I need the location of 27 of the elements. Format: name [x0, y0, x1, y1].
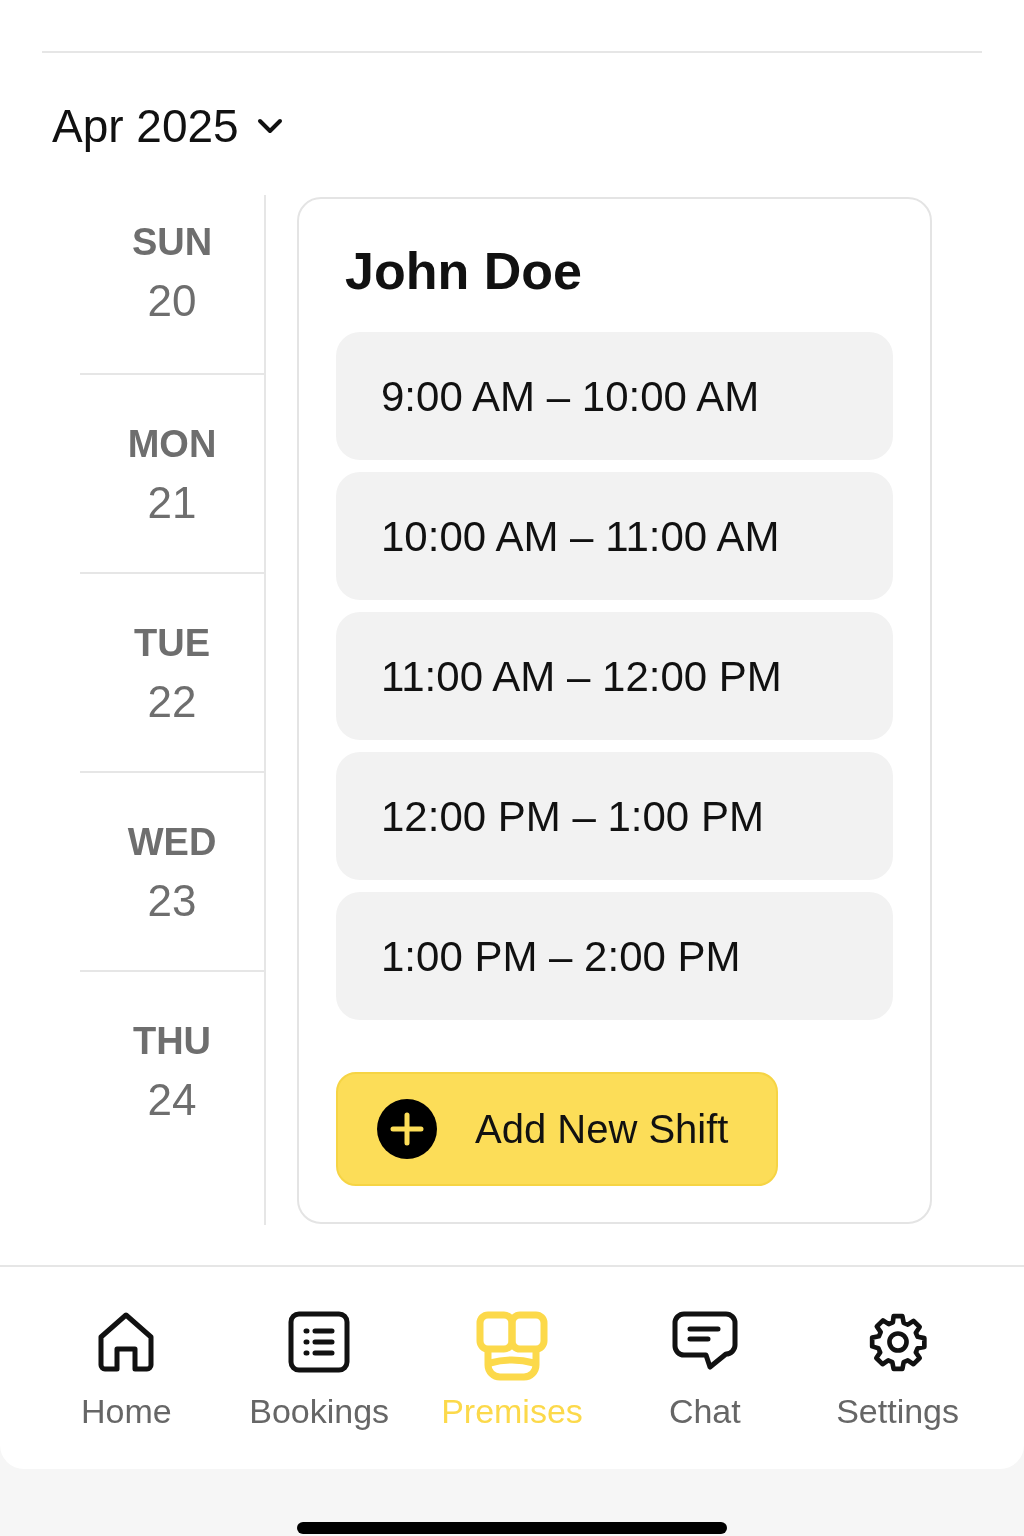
home-icon: [97, 1311, 156, 1373]
weekday-label: WED: [127, 820, 217, 865]
nav-tab[interactable]: Bookings: [222, 1267, 416, 1431]
shift-slot[interactable]: 12:00 PM – 1:00 PM: [336, 752, 893, 880]
weekday-label: THU: [132, 1019, 212, 1064]
chevron-down-icon: [256, 118, 283, 134]
weekday-label: MON: [127, 422, 217, 467]
list-icon: [288, 1311, 351, 1373]
nav-tab[interactable]: Chat: [608, 1267, 802, 1431]
nav-tab[interactable]: Settings: [801, 1267, 994, 1431]
chat-icon: [671, 1311, 738, 1373]
plus-circle-icon: [377, 1099, 437, 1159]
date-number: 24: [147, 1074, 197, 1126]
date-number: 23: [147, 875, 197, 927]
shift-slot[interactable]: 10:00 AM – 11:00 AM: [336, 472, 893, 600]
shift-slot[interactable]: 1:00 PM – 2:00 PM: [336, 892, 893, 1020]
premises-icon: [476, 1311, 548, 1381]
shift-slot[interactable]: 9:00 AM – 10:00 AM: [336, 332, 893, 460]
date-number: 20: [147, 275, 197, 327]
nav-tab[interactable]: Home: [30, 1267, 223, 1431]
staff-name: John Doe: [345, 241, 583, 301]
weekday-label: TUE: [134, 621, 210, 666]
add-shift-button[interactable]: Add New Shift: [336, 1072, 778, 1186]
date-number: 22: [147, 676, 197, 728]
weekday-label: SUN: [131, 220, 213, 265]
date-number: 21: [147, 477, 197, 529]
shift-slot[interactable]: 11:00 AM – 12:00 PM: [336, 612, 893, 740]
